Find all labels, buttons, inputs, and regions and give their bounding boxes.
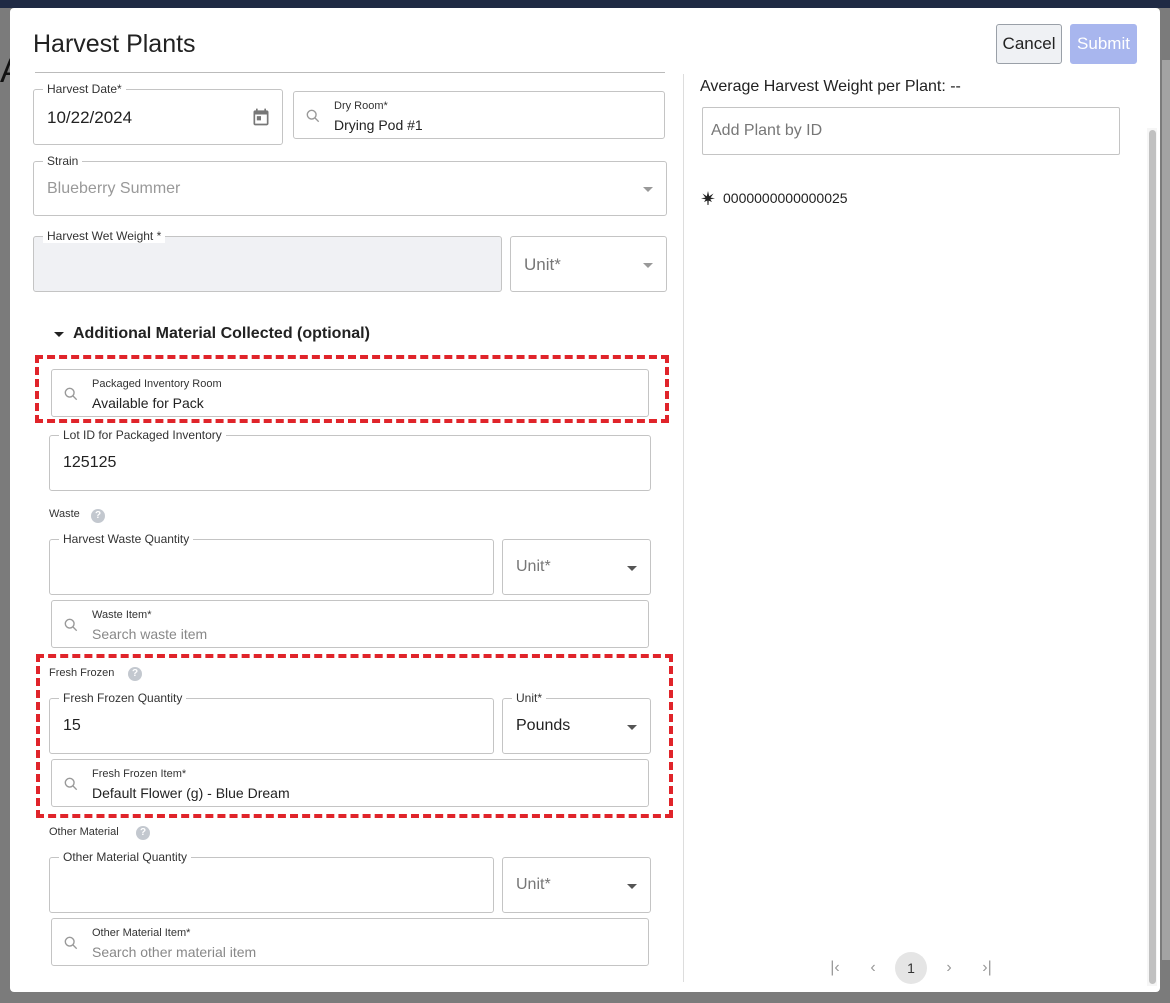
chevron-down-icon: [627, 725, 637, 730]
waste-section-label: Waste: [49, 508, 80, 520]
other-material-item-placeholder: Search other material item: [92, 944, 257, 960]
chevron-down-icon: [643, 187, 653, 192]
chevron-down-icon: [643, 263, 653, 268]
help-icon[interactable]: ?: [128, 667, 142, 681]
strain-label: Strain: [43, 154, 83, 168]
add-plant-input[interactable]: [703, 108, 1119, 154]
harvest-date-value: 10/22/2024: [47, 108, 133, 127]
packaged-room-label: Packaged Inventory Room: [92, 378, 222, 390]
plant-id: 0000000000000025: [723, 190, 848, 206]
dialog-title: Harvest Plants: [33, 30, 196, 58]
average-weight-text: Average Harvest Weight per Plant: --: [700, 78, 961, 95]
page-1-button[interactable]: 1: [895, 952, 927, 984]
dry-room-search[interactable]: Dry Room* Drying Pod #1: [293, 91, 665, 139]
waste-quantity-label: Harvest Waste Quantity: [59, 532, 194, 546]
fresh-frozen-unit-label: Unit*: [512, 691, 547, 705]
search-icon: [64, 936, 78, 950]
chevron-down-icon: [627, 566, 637, 571]
add-plant-field[interactable]: [702, 107, 1120, 155]
column-divider: [683, 74, 684, 982]
plant-list-item: 0000000000000025: [700, 190, 848, 206]
waste-item-search[interactable]: Waste Item* Search waste item: [51, 600, 649, 648]
harvest-date-field[interactable]: Harvest Date* 10/22/2024: [33, 82, 283, 145]
submit-button[interactable]: Submit: [1070, 24, 1137, 64]
fresh-frozen-item-label: Fresh Frozen Item*: [92, 768, 187, 780]
help-icon[interactable]: ?: [136, 826, 150, 840]
scrollbar-thumb[interactable]: [1149, 130, 1156, 984]
strain-select[interactable]: Strain Blueberry Summer: [33, 154, 667, 216]
lot-id-input[interactable]: Lot ID for Packaged Inventory 125125: [49, 428, 651, 491]
other-material-section-label: Other Material: [49, 826, 119, 838]
other-material-quantity-label: Other Material Quantity: [59, 850, 192, 864]
chevron-down-icon: [627, 884, 637, 889]
background-strip: [1162, 60, 1170, 960]
help-icon[interactable]: ?: [91, 509, 105, 523]
cannabis-leaf-icon: [701, 191, 715, 205]
search-icon: [64, 777, 78, 791]
fresh-frozen-item-value: Default Flower (g) - Blue Dream: [92, 785, 290, 801]
harvest-date-label: Harvest Date*: [43, 82, 126, 96]
fresh-frozen-quantity-label: Fresh Frozen Quantity: [59, 691, 187, 705]
packaged-room-search[interactable]: Packaged Inventory Room Available for Pa…: [51, 369, 649, 417]
wet-weight-unit-select[interactable]: Unit*: [510, 236, 667, 292]
lot-id-value: 125125: [63, 454, 117, 471]
search-icon: [306, 109, 320, 123]
wet-weight-input[interactable]: Harvest Wet Weight *: [33, 229, 502, 292]
other-material-quantity-input[interactable]: Other Material Quantity: [49, 850, 494, 913]
dry-room-value: Drying Pod #1: [334, 117, 423, 133]
fresh-frozen-quantity-value: 15: [63, 717, 81, 734]
fresh-frozen-item-search[interactable]: Fresh Frozen Item* Default Flower (g) - …: [51, 759, 649, 807]
fresh-frozen-quantity-input[interactable]: Fresh Frozen Quantity 15: [49, 691, 494, 754]
lot-id-label: Lot ID for Packaged Inventory: [59, 428, 226, 442]
other-material-unit-placeholder: Unit*: [516, 876, 551, 893]
other-material-unit-select[interactable]: Unit*: [502, 857, 651, 913]
waste-quantity-input[interactable]: Harvest Waste Quantity: [49, 532, 494, 595]
fresh-frozen-unit-value: Pounds: [516, 717, 571, 734]
wet-weight-label: Harvest Wet Weight *: [43, 229, 166, 243]
waste-unit-placeholder: Unit*: [516, 558, 551, 575]
search-icon: [64, 387, 78, 401]
next-page-button[interactable]: ›: [933, 952, 965, 984]
calendar-icon[interactable]: [251, 107, 271, 127]
caret-down-icon: [54, 331, 64, 337]
waste-item-placeholder: Search waste item: [92, 626, 208, 642]
cancel-button[interactable]: Cancel: [996, 24, 1062, 64]
first-page-button[interactable]: |‹: [819, 952, 851, 984]
background-topbar: [0, 0, 1170, 8]
additional-material-header: Additional Material Collected (optional): [73, 325, 370, 342]
dry-room-label: Dry Room*: [334, 100, 388, 112]
packaged-room-value: Available for Pack: [92, 395, 204, 411]
fresh-frozen-unit-select[interactable]: Unit* Pounds: [502, 691, 651, 754]
prev-page-button[interactable]: ‹: [857, 952, 889, 984]
other-material-item-label: Other Material Item*: [92, 927, 191, 939]
waste-unit-select[interactable]: Unit*: [502, 539, 651, 595]
strain-value: Blueberry Summer: [47, 180, 181, 197]
waste-item-label: Waste Item*: [92, 609, 152, 621]
harvest-plants-dialog: Harvest Plants Cancel Submit Harvest Dat…: [10, 8, 1160, 992]
last-page-button[interactable]: ›|: [971, 952, 1003, 984]
search-icon: [64, 618, 78, 632]
wet-weight-unit-placeholder: Unit*: [524, 255, 561, 274]
other-material-item-search[interactable]: Other Material Item* Search other materi…: [51, 918, 649, 966]
fresh-frozen-section-label: Fresh Frozen: [49, 667, 115, 679]
additional-material-toggle[interactable]: Additional Material Collected (optional): [54, 325, 370, 343]
header-divider: [35, 72, 665, 73]
